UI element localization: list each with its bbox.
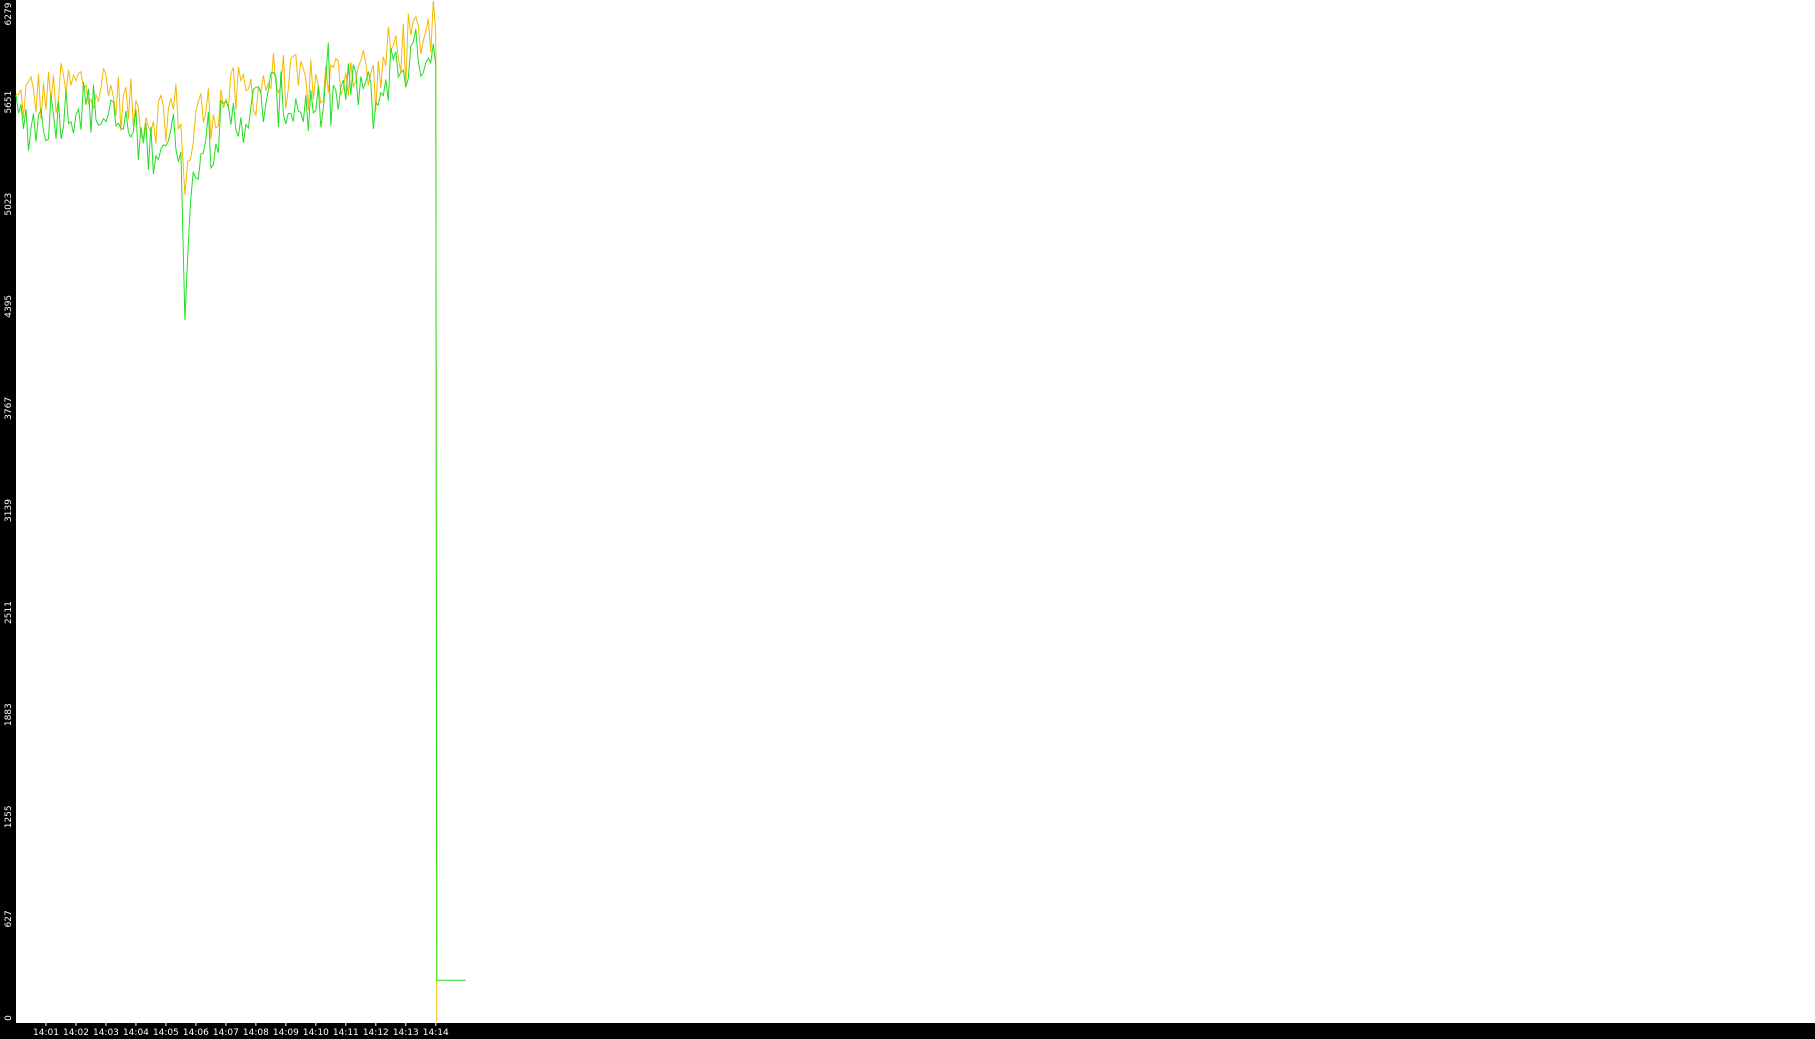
x-tick-label: 14:09 xyxy=(273,1028,299,1038)
x-tick-label: 14:02 xyxy=(63,1028,89,1038)
y-tick-label: 5023 xyxy=(4,193,14,216)
y-tick-label: 4395 xyxy=(4,295,14,318)
x-tick-label: 14:07 xyxy=(213,1028,239,1038)
y-tick-label: 627 xyxy=(4,910,14,927)
x-tick-label: 14:14 xyxy=(423,1028,449,1038)
y-tick-label: 0 xyxy=(4,1015,14,1021)
x-tick-label: 14:04 xyxy=(123,1028,149,1038)
y-tick-label: 1883 xyxy=(4,703,14,726)
series-line-2 xyxy=(15,28,466,981)
x-tick-label: 14:08 xyxy=(243,1028,269,1038)
y-tick-label: 3767 xyxy=(4,397,14,420)
x-tick-label: 14:06 xyxy=(183,1028,209,1038)
x-tick-label: 14:03 xyxy=(93,1028,119,1038)
y-tick-label: 2511 xyxy=(4,601,14,624)
x-tick-label: 14:05 xyxy=(153,1028,179,1038)
x-tick-label: 14:12 xyxy=(363,1028,389,1038)
x-tick-label: 14:11 xyxy=(333,1028,359,1038)
series-line-1 xyxy=(15,0,438,1022)
y-tick-label: 3139 xyxy=(4,499,14,522)
line-chart: 0 627 1255 1883 2511 3139 3767 4395 5023 5651 6279… xyxy=(0,0,1815,1039)
y-tick-label: 5651 xyxy=(4,91,14,114)
y-tick-label: 1255 xyxy=(4,805,14,828)
x-tick-label: 14:01 xyxy=(33,1028,59,1038)
x-tick-label: 14:13 xyxy=(393,1028,419,1038)
y-tick-label: 6279 xyxy=(4,2,14,25)
chart-canvas: 0 627 1255 1883 2511 3139 3767 4395 5023 5651 6279… xyxy=(0,0,1815,1039)
x-tick-label: 14:10 xyxy=(303,1028,329,1038)
series-layer xyxy=(15,0,466,1022)
